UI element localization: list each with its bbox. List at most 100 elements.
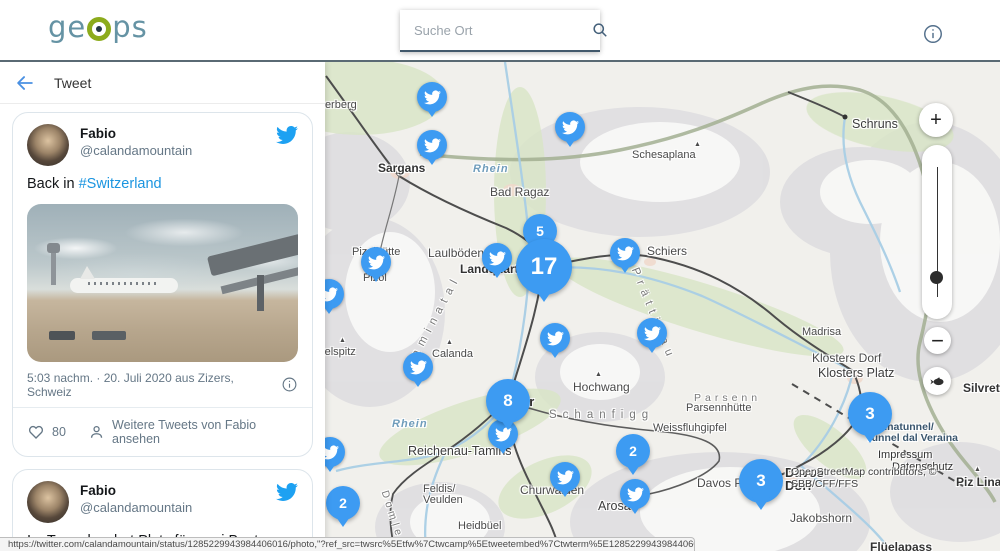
tweet-map-marker[interactable]: [555, 112, 585, 142]
twitter-bird-icon[interactable]: [276, 124, 298, 146]
map-label: Bad Ragaz: [490, 185, 549, 199]
cluster-marker[interactable]: 8: [486, 379, 530, 423]
cluster-marker[interactable]: 17: [516, 239, 572, 295]
map-label: Rhein: [392, 418, 428, 430]
ground-vehicle-shape: [49, 331, 75, 340]
tweet-author: Fabio @calandamountain: [80, 124, 276, 159]
twitter-bird-icon: [644, 325, 661, 342]
tweet-author-handle[interactable]: @calandamountain: [80, 500, 276, 516]
zoom-slider[interactable]: [922, 145, 952, 319]
twitter-bird-icon[interactable]: [276, 481, 298, 503]
tweet-map-marker[interactable]: [550, 462, 580, 492]
map-label: Sargans: [378, 161, 425, 175]
search-box[interactable]: [400, 10, 600, 52]
impressum-link[interactable]: Impressum: [878, 449, 932, 461]
jet-bridge-shape: [207, 234, 298, 277]
info-button[interactable]: [922, 23, 944, 45]
fish-icon: [929, 373, 946, 390]
map-label: Schruns: [852, 117, 898, 131]
geops-logo[interactable]: ge ps: [48, 13, 148, 42]
geops-app: FlumserbergSargansRheinBad RagazSchrunsS…: [0, 0, 1000, 551]
airplane-shape: [70, 278, 178, 293]
twitter-bird-icon: [489, 250, 506, 267]
map-label: Hochwang: [573, 380, 630, 394]
hashtag-link[interactable]: #Switzerland: [79, 176, 162, 192]
tweet-author-name[interactable]: Fabio: [80, 483, 276, 500]
tweet-map-marker[interactable]: [540, 323, 570, 353]
logo-o-dot: [96, 26, 102, 32]
like-count: 80: [52, 425, 66, 439]
cluster-count: 3: [756, 471, 765, 491]
status-url: https://twitter.com/calandamountain/stat…: [8, 539, 695, 550]
twitter-bird-icon: [557, 469, 574, 486]
map-label: Parsennhütte: [686, 402, 751, 414]
zoom-out-button[interactable]: −: [924, 327, 951, 354]
tweet-author-handle[interactable]: @calandamountain: [80, 143, 276, 159]
search-input[interactable]: [414, 23, 590, 38]
map-label: Tunnel dal Veraina: [866, 432, 958, 444]
tweet-text: Back in #Switzerland: [27, 175, 298, 194]
tweet-sidebar: Tweet Fabio @calandamountain Back in #Sw…: [0, 62, 325, 551]
tweet-header: Fabio @calandamountain: [27, 481, 298, 523]
more-tweets-label: Weitere Tweets von Fabio ansehen: [112, 418, 298, 446]
map-label: ▲: [339, 337, 346, 344]
zoom-slider-thumb[interactable]: [930, 271, 943, 284]
twitter-bird-icon: [627, 486, 644, 503]
ground-vehicle-shape: [92, 331, 126, 340]
tweet-map-marker[interactable]: [637, 318, 667, 348]
search-icon[interactable]: [590, 20, 610, 40]
cluster-count: 2: [339, 495, 347, 511]
tweet-map-marker[interactable]: [403, 352, 433, 382]
cluster-count: 2: [629, 443, 637, 459]
tweet-info-button[interactable]: [281, 376, 298, 393]
like-button[interactable]: 80: [27, 423, 66, 441]
cluster-marker[interactable]: 2: [326, 486, 360, 520]
map-label: Weissfluhgipfel: [653, 422, 727, 434]
fish-layer-button[interactable]: [923, 367, 951, 395]
cluster-marker[interactable]: 3: [739, 459, 783, 503]
cluster-count: 8: [503, 391, 512, 411]
logo-text-left: ge: [48, 13, 86, 42]
tweet-map-marker[interactable]: [417, 82, 447, 112]
map-label: Schesaplana: [632, 149, 696, 161]
back-button[interactable]: [14, 72, 36, 94]
heart-icon: [27, 423, 45, 441]
map-label: ▲: [595, 371, 602, 378]
tweet-text-plain: Back in: [27, 176, 79, 192]
zoom-in-button[interactable]: +: [919, 103, 953, 137]
twitter-bird-icon: [410, 359, 427, 376]
person-icon: [88, 423, 105, 441]
back-arrow-icon: [14, 72, 36, 94]
map-label: Klosters Dorf: [812, 351, 881, 365]
tweet-map-marker[interactable]: [482, 243, 512, 273]
map-label: ▲: [446, 339, 453, 346]
more-tweets-link[interactable]: Weitere Tweets von Fabio ansehen: [88, 418, 298, 446]
twitter-bird-icon: [547, 330, 564, 347]
control-tower-shape: [51, 251, 56, 285]
twitter-bird-icon: [424, 137, 441, 154]
tweet-map-marker[interactable]: [417, 130, 447, 160]
map-label: ▲: [694, 141, 701, 148]
cluster-marker[interactable]: 2: [616, 434, 650, 468]
tweet-author: Fabio @calandamountain: [80, 481, 276, 516]
cluster-marker[interactable]: 3: [848, 392, 892, 436]
tweet-photo-airport[interactable]: [27, 204, 298, 362]
jet-bridge-leg-shape: [257, 275, 264, 311]
tweet-card-1[interactable]: Fabio @calandamountain Back in #Switzerl…: [12, 112, 313, 457]
tweet-map-marker[interactable]: [610, 238, 640, 268]
map-label: Schanfigg: [549, 409, 654, 421]
panel-title: Tweet: [54, 75, 91, 91]
map-label: Madrisa: [802, 326, 841, 338]
tweet-meta-row: 5:03 nachm. · 20. Juli 2020 aus Zizers, …: [27, 362, 298, 407]
map-label: Silvretta: [963, 381, 1000, 395]
map-label: Veulden: [423, 494, 463, 506]
tweet-map-marker[interactable]: [361, 247, 391, 277]
twitter-bird-icon: [617, 245, 634, 262]
cluster-count: 17: [531, 253, 558, 281]
map-label: Flüelapass: [870, 540, 932, 551]
avatar[interactable]: [27, 481, 69, 523]
tweet-author-name[interactable]: Fabio: [80, 126, 276, 143]
map-label: Rhein: [473, 163, 509, 175]
avatar[interactable]: [27, 124, 69, 166]
map-label: Calanda: [432, 348, 473, 360]
